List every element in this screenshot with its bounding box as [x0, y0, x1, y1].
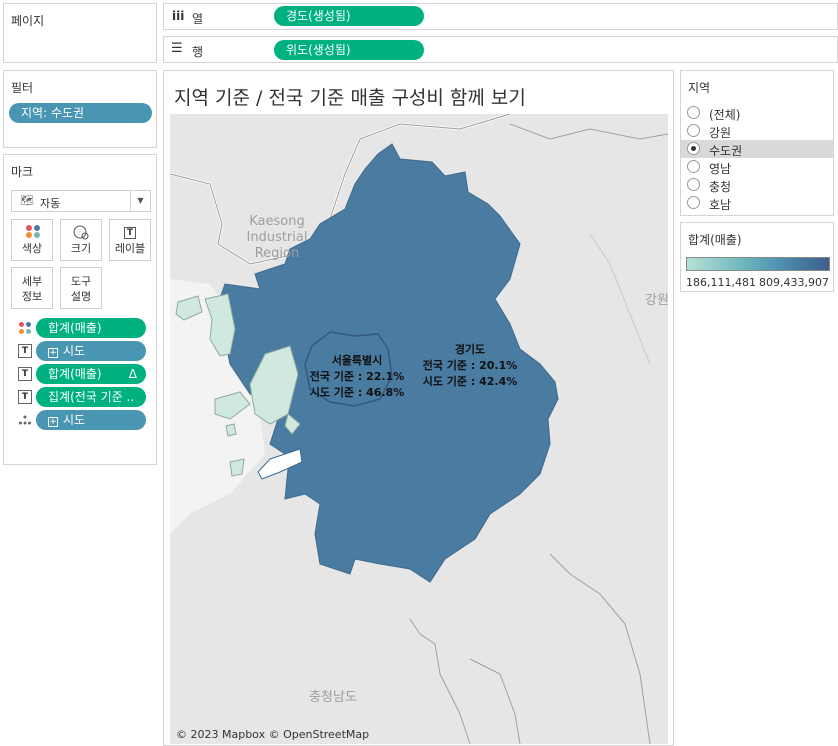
legend-max: 809,433,907 — [759, 276, 829, 289]
mark-field-pill[interactable]: 합계(매출) Δ — [36, 364, 146, 384]
label-label: 레이블 — [114, 242, 146, 255]
pages-shelf[interactable]: 페이지 — [3, 3, 157, 63]
map-icon: 🗺 — [20, 194, 34, 207]
svg-text:Region: Region — [255, 246, 300, 261]
legend-gradient-bar — [686, 257, 830, 271]
filters-shelf[interactable]: 필터 지역: 수도권 — [3, 70, 157, 148]
mark-field-text: 시도 — [63, 344, 86, 358]
region-option-label: 충청 — [709, 180, 732, 194]
region-filter-card: 지역 (전체) 강원 수도권 영남 충청 호남 — [680, 70, 834, 216]
map-canvas[interactable]: Kaesong Industrial Region 강원 충청남도 서울특별시 … — [170, 114, 668, 744]
radio-icon — [687, 178, 700, 191]
label-button[interactable]: T 레이블 — [109, 219, 151, 261]
region-option-label: 수도권 — [709, 144, 743, 158]
mark-field-pill[interactable]: 합계(매출) — [36, 318, 146, 338]
color-dots-icon — [19, 322, 31, 334]
marks-card: 마크 🗺 자동 ▼ 색상 크기 T 레이블 세부 정보 도구 설명 합계(매출) — [3, 154, 157, 465]
text-icon: T — [18, 367, 32, 381]
mark-field-pill[interactable]: 집계(전국 기준 .. — [36, 387, 146, 407]
legend-min: 186,111,481 — [686, 276, 756, 289]
tooltip-button[interactable]: 도구 설명 — [60, 267, 102, 309]
svg-text:시도 기준 : 46.8%: 시도 기준 : 46.8% — [310, 385, 405, 399]
radio-icon — [687, 106, 700, 119]
columns-icon: iii — [172, 9, 185, 23]
dropdown-arrow-icon: ▼ — [130, 191, 150, 211]
mark-field-pill[interactable]: + 시도 — [36, 410, 146, 430]
detail-button[interactable]: 세부 정보 — [11, 267, 53, 309]
filter-pill-region[interactable]: 지역: 수도권 — [9, 103, 152, 123]
svg-text:Kaesong: Kaesong — [249, 214, 304, 229]
rows-shelf[interactable]: ☰ 행 위도(생성됨) — [163, 36, 838, 63]
text-icon: T — [110, 224, 150, 239]
radio-icon — [687, 196, 700, 209]
region-option-label: 영남 — [709, 162, 732, 176]
color-label: 색상 — [21, 242, 43, 255]
rows-pill[interactable]: 위도(생성됨) — [274, 40, 424, 60]
detail-label: 세부 정보 — [21, 275, 43, 303]
svg-text:시도 기준 : 42.4%: 시도 기준 : 42.4% — [423, 374, 518, 388]
columns-shelf[interactable]: iii 열 경도(생성됨) — [163, 3, 838, 30]
plus-box-icon: + — [48, 417, 58, 427]
rows-icon: ☰ — [171, 41, 183, 56]
tooltip-label: 도구 설명 — [70, 275, 92, 303]
region-option-label: (전체) — [709, 108, 741, 122]
radio-icon — [687, 124, 700, 137]
view-title: 지역 기준 / 전국 기준 매출 구성비 함께 보기 — [174, 87, 526, 109]
marks-title: 마크 — [11, 165, 34, 179]
mark-type-value: 자동 — [40, 197, 61, 210]
plus-box-icon: + — [48, 348, 58, 358]
text-icon: T — [18, 344, 32, 358]
color-legend[interactable]: 합계(매출) 186,111,481 809,433,907 — [680, 222, 834, 292]
map-label-kaesong: Kaesong Industrial Region — [247, 214, 308, 261]
svg-text:전국 기준 : 20.1%: 전국 기준 : 20.1% — [423, 358, 518, 372]
legend-title: 합계(매출) — [688, 233, 742, 247]
svg-text:Industrial: Industrial — [247, 230, 308, 245]
pages-title: 페이지 — [11, 14, 45, 28]
region-option-honam[interactable]: 호남 — [681, 194, 833, 212]
size-button[interactable]: 크기 — [60, 219, 102, 261]
color-button[interactable]: 색상 — [11, 219, 53, 261]
svg-text:경기도: 경기도 — [455, 342, 485, 356]
filters-title: 필터 — [11, 81, 34, 95]
map-label-gangwon: 강원 — [645, 293, 668, 308]
radio-selected-icon — [687, 142, 700, 155]
region-option-all[interactable]: (전체) — [681, 104, 833, 122]
region-filter-title: 지역 — [688, 81, 711, 95]
map-attribution[interactable]: © 2023 Mapbox © OpenStreetMap — [176, 728, 369, 741]
region-option-sudogwon[interactable]: 수도권 — [681, 140, 833, 158]
size-icon — [73, 225, 89, 240]
svg-text:전국 기준 : 22.1%: 전국 기준 : 22.1% — [310, 369, 405, 383]
mark-field-text: 시도 — [63, 413, 86, 427]
text-icon: T — [18, 390, 32, 404]
radio-icon — [687, 160, 700, 173]
mark-field-pill[interactable]: + 시도 — [36, 341, 146, 361]
map-label-chungnam: 충청남도 — [309, 690, 357, 705]
rows-label: 행 — [192, 45, 204, 59]
mark-type-select[interactable]: 🗺 자동 ▼ — [11, 190, 151, 212]
color-dots-icon — [26, 225, 40, 238]
map-view: 지역 기준 / 전국 기준 매출 구성비 함께 보기 Kaesong Indus… — [163, 70, 674, 746]
region-option-label: 호남 — [709, 198, 732, 212]
detail-dots-icon — [19, 415, 31, 425]
region-option-gangwon[interactable]: 강원 — [681, 122, 833, 140]
svg-text:서울특별시: 서울특별시 — [332, 353, 383, 367]
mark-field-text: 합계(매출) — [48, 367, 102, 381]
region-option-chungcheong[interactable]: 충청 — [681, 176, 833, 194]
table-calc-delta-icon: Δ — [128, 367, 137, 381]
columns-pill[interactable]: 경도(생성됨) — [274, 6, 424, 26]
size-label: 크기 — [70, 242, 92, 255]
region-option-yeongnam[interactable]: 영남 — [681, 158, 833, 176]
region-option-label: 강원 — [709, 126, 732, 140]
columns-label: 열 — [192, 12, 204, 26]
